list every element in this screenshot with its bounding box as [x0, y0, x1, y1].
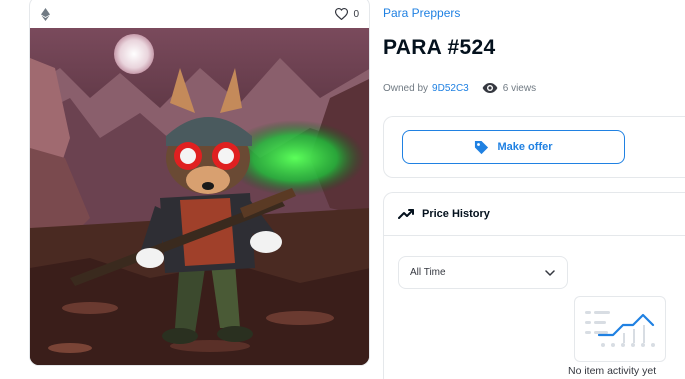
trade-station-panel: Make offer [383, 116, 685, 178]
chevron-down-icon [545, 269, 555, 276]
time-filter-value: All Time [410, 267, 446, 278]
tag-icon [474, 140, 489, 155]
eye-icon [482, 82, 498, 94]
ethereum-icon [40, 7, 50, 21]
time-filter-select[interactable]: All Time [398, 256, 568, 289]
price-history-title: Price History [422, 208, 490, 220]
views-count: 6 views [502, 82, 537, 94]
owner-row: Owned by 9D52C3 6 views [383, 82, 536, 94]
asset-media-card: 0 [29, 0, 370, 366]
page-title: PARA #524 [383, 36, 496, 59]
collection-link[interactable]: Para Preppers [383, 6, 460, 20]
make-offer-label: Make offer [497, 141, 553, 153]
empty-chart-illustration [574, 296, 666, 362]
favorites-count: 0 [353, 8, 359, 20]
owner-link[interactable]: 9D52C3 [432, 83, 469, 94]
heart-icon [335, 7, 349, 21]
asset-card-header: 0 [30, 0, 369, 27]
price-history-header[interactable]: Price History [384, 193, 685, 236]
price-history-panel: Price History All Time No item activity … [383, 192, 685, 379]
nft-artwork-image[interactable] [30, 28, 370, 366]
owned-by-label: Owned by [383, 82, 429, 94]
make-offer-button[interactable]: Make offer [402, 130, 625, 164]
favorite-button[interactable]: 0 [335, 7, 359, 21]
empty-activity-message: No item activity yet [568, 365, 657, 377]
trend-icon [398, 208, 414, 220]
